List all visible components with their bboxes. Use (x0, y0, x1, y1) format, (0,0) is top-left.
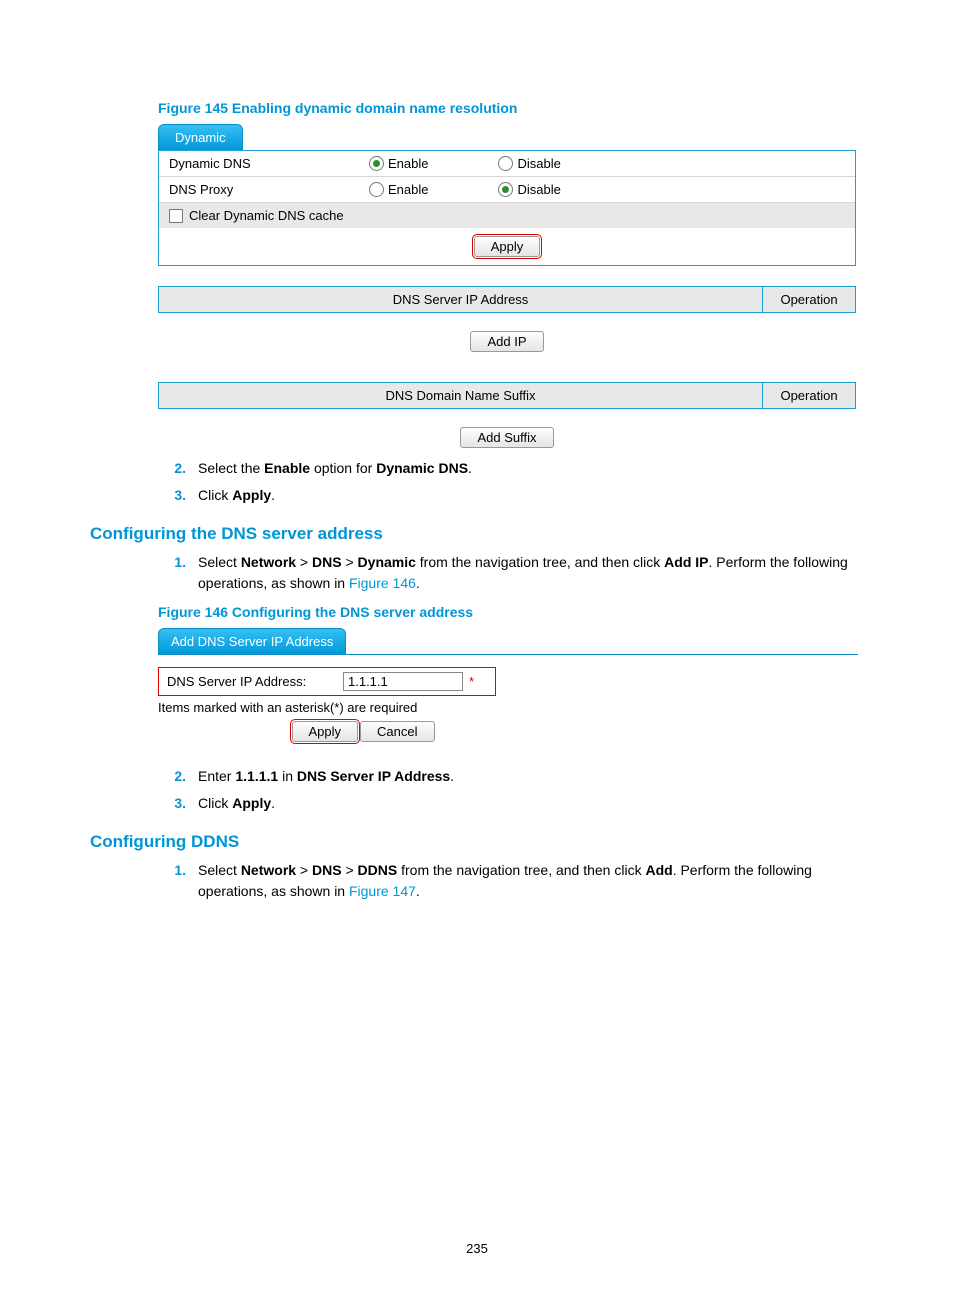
table-header-suffix: DNS Domain Name Suffix (159, 383, 763, 409)
apply-button[interactable]: Apply (474, 236, 541, 257)
apply-row: Apply (159, 228, 855, 265)
cancel-button[interactable]: Cancel (360, 721, 434, 742)
figure146-panel: Add DNS Server IP Address DNS Server IP … (158, 628, 858, 742)
clear-cache-label: Clear Dynamic DNS cache (189, 208, 344, 223)
step-number: 2. (158, 766, 186, 787)
radio-label: Disable (517, 156, 560, 171)
page-number: 235 (0, 1241, 954, 1256)
section-b-steps: 1. Select Network > DNS > DDNS from the … (158, 860, 864, 902)
dns-server-ip-table: DNS Server IP Address Operation (158, 286, 856, 313)
label-dns-proxy: DNS Proxy (169, 182, 369, 197)
step-text: Select Network > DNS > DDNS from the nav… (198, 860, 864, 902)
table-header-operation: Operation (763, 287, 856, 313)
step-text: Select Network > DNS > Dynamic from the … (198, 552, 864, 594)
dns-server-ip-input[interactable] (343, 672, 463, 691)
radio-label: Disable (517, 182, 560, 197)
step-text: Select the Enable option for Dynamic DNS… (198, 458, 864, 479)
step-text: Click Apply. (198, 485, 864, 506)
radio-icon (498, 156, 513, 171)
dynamic-tab[interactable]: Dynamic (158, 124, 243, 150)
dns-proxy-disable-radio[interactable]: Disable (498, 182, 560, 197)
clear-cache-checkbox[interactable] (169, 209, 183, 223)
radio-icon (369, 182, 384, 197)
section-configuring-dns-server: Configuring the DNS server address (90, 524, 864, 544)
table-header-ip: DNS Server IP Address (159, 287, 763, 313)
radio-label: Enable (388, 182, 428, 197)
add-dns-server-tab[interactable]: Add DNS Server IP Address (158, 628, 346, 654)
table-header-operation: Operation (763, 383, 856, 409)
label-dynamic-dns: Dynamic DNS (169, 156, 369, 171)
section-a-steps: 1. Select Network > DNS > Dynamic from t… (158, 552, 864, 594)
steps-after-145: 2. Select the Enable option for Dynamic … (158, 458, 864, 506)
step-number: 1. (158, 552, 186, 573)
row-clear-cache: Clear Dynamic DNS cache (159, 203, 855, 228)
dns-server-ip-field-row: DNS Server IP Address: * (158, 667, 496, 696)
required-asterisk: * (469, 674, 474, 689)
dynamic-dns-enable-radio[interactable]: Enable (369, 156, 428, 171)
steps-after-146: 2. Enter 1.1.1.1 in DNS Server IP Addres… (158, 766, 864, 814)
dynamic-dns-disable-radio[interactable]: Disable (498, 156, 560, 171)
step-number: 3. (158, 793, 186, 814)
figure-146-link[interactable]: Figure 146 (349, 575, 416, 591)
add-suffix-button[interactable]: Add Suffix (460, 427, 553, 448)
dns-server-ip-label: DNS Server IP Address: (167, 674, 337, 689)
radio-label: Enable (388, 156, 428, 171)
section-configuring-ddns: Configuring DDNS (90, 832, 864, 852)
figure146-caption: Figure 146 Configuring the DNS server ad… (158, 604, 864, 620)
dynamic-tab-body: Dynamic DNS Enable Disable DNS Proxy (158, 150, 856, 266)
step-number: 2. (158, 458, 186, 479)
step-number: 3. (158, 485, 186, 506)
step-text: Enter 1.1.1.1 in DNS Server IP Address. (198, 766, 864, 787)
radio-icon (369, 156, 384, 171)
figure145-panel: Dynamic Dynamic DNS Enable Disable DNS P… (158, 124, 864, 266)
row-dynamic-dns: Dynamic DNS Enable Disable (159, 151, 855, 177)
step-number: 1. (158, 860, 186, 881)
apply-button[interactable]: Apply (292, 721, 359, 742)
dns-suffix-table: DNS Domain Name Suffix Operation (158, 382, 856, 409)
step-text: Click Apply. (198, 793, 864, 814)
add-ip-button[interactable]: Add IP (470, 331, 543, 352)
dns-proxy-enable-radio[interactable]: Enable (369, 182, 428, 197)
figure145-caption: Figure 145 Enabling dynamic domain name … (158, 100, 864, 116)
required-note: Items marked with an asterisk(*) are req… (158, 700, 858, 715)
radio-icon (498, 182, 513, 197)
row-dns-proxy: DNS Proxy Enable Disable (159, 177, 855, 203)
figure-147-link[interactable]: Figure 147 (349, 883, 416, 899)
